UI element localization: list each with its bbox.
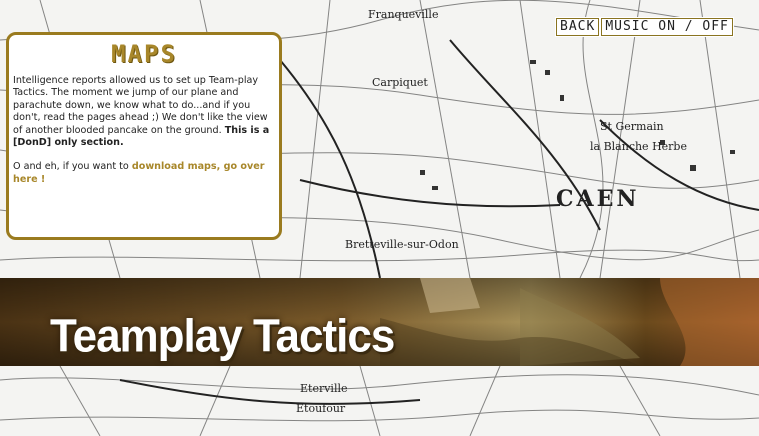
music-toggle-link[interactable]: MUSIC ON / OFF xyxy=(601,18,733,36)
download-prefix: O and eh, if you want to xyxy=(13,161,132,173)
svg-text:la Blanche Herbe: la Blanche Herbe xyxy=(590,140,687,153)
svg-text:Franqueville: Franqueville xyxy=(368,8,438,21)
back-link[interactable]: BACK xyxy=(556,18,600,36)
svg-text:Carpiquet: Carpiquet xyxy=(372,76,428,89)
svg-text:Bretteville-sur-Odon: Bretteville-sur-Odon xyxy=(345,238,459,251)
top-nav: BACK MUSIC ON / OFF xyxy=(556,18,733,36)
svg-text:Etoufour: Etoufour xyxy=(296,402,346,415)
download-paragraph: O and eh, if you want to download maps, … xyxy=(13,161,275,186)
svg-text:Eterville: Eterville xyxy=(300,382,348,395)
svg-text:St Germain: St Germain xyxy=(600,120,664,133)
intro-paragraph: Intelligence reports allowed us to set u… xyxy=(13,75,275,149)
panel-title: MAPS xyxy=(111,40,177,68)
page-title: Teamplay Tactics xyxy=(50,310,395,363)
maps-info-panel: MAPS Intelligence reports allowed us to … xyxy=(6,32,282,240)
svg-text:CAEN: CAEN xyxy=(556,186,639,212)
